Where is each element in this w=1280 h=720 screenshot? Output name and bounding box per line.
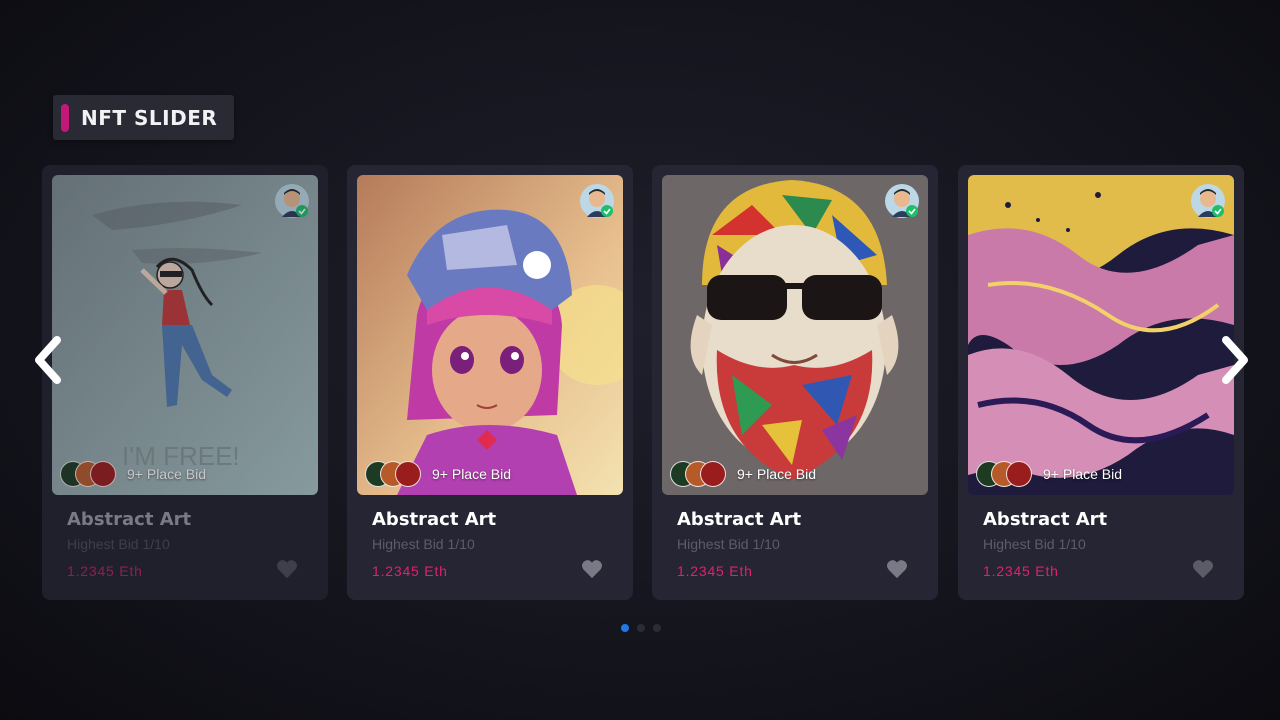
creator-avatar[interactable] [579, 183, 615, 219]
chevron-right-icon [1222, 336, 1248, 384]
place-bid-label[interactable]: 9+ Place Bid [127, 466, 206, 482]
highest-bid-label: Highest Bid 1/10 [372, 536, 475, 552]
bidder-avatars[interactable]: 9+ Place Bid [60, 461, 206, 487]
slider-pagination [621, 624, 661, 632]
pagination-dot[interactable] [637, 624, 645, 632]
nft-title: Abstract Art [677, 509, 802, 530]
heart-icon[interactable] [581, 559, 603, 579]
nft-price: 1.2345 Eth [677, 563, 753, 579]
nft-price: 1.2345 Eth [372, 563, 448, 579]
nft-artwork-4[interactable]: 9+ Place Bid [968, 175, 1234, 495]
slider-next-button[interactable] [1216, 332, 1256, 388]
creator-avatar[interactable] [1190, 183, 1226, 219]
bidder-avatar [90, 461, 116, 487]
nft-card-1[interactable]: I'M FREE! 9+ Place Bid Abstract Art High… [42, 165, 328, 600]
highest-bid-label: Highest Bid 1/10 [983, 536, 1086, 552]
highest-bid-label: Highest Bid 1/10 [677, 536, 780, 552]
section-title-badge: NFT SLIDER [53, 95, 234, 140]
nft-artwork-1[interactable]: I'M FREE! 9+ Place Bid [52, 175, 318, 495]
place-bid-label[interactable]: 9+ Place Bid [1043, 466, 1122, 482]
title-accent-bar [61, 103, 69, 132]
nft-artwork-2[interactable]: 9+ Place Bid [357, 175, 623, 495]
pagination-dot[interactable] [621, 624, 629, 632]
place-bid-label[interactable]: 9+ Place Bid [737, 466, 816, 482]
creator-avatar[interactable] [274, 183, 310, 219]
creator-avatar[interactable] [884, 183, 920, 219]
nft-title: Abstract Art [372, 509, 497, 530]
nft-title: Abstract Art [983, 509, 1108, 530]
section-title: NFT SLIDER [81, 105, 218, 130]
bidder-avatar [1006, 461, 1032, 487]
bidder-avatar [700, 461, 726, 487]
bidder-avatars[interactable]: 9+ Place Bid [670, 461, 816, 487]
chevron-left-icon [35, 336, 61, 384]
nft-card-2[interactable]: 9+ Place Bid Abstract Art Highest Bid 1/… [347, 165, 633, 600]
highest-bid-label: Highest Bid 1/10 [67, 536, 170, 552]
nft-artwork-3[interactable]: 9+ Place Bid [662, 175, 928, 495]
bidder-avatars[interactable]: 9+ Place Bid [976, 461, 1122, 487]
nft-card-3[interactable]: 9+ Place Bid Abstract Art Highest Bid 1/… [652, 165, 938, 600]
nft-price: 1.2345 Eth [67, 563, 143, 579]
heart-icon[interactable] [886, 559, 908, 579]
heart-icon[interactable] [1192, 559, 1214, 579]
place-bid-label[interactable]: 9+ Place Bid [432, 466, 511, 482]
nft-price: 1.2345 Eth [983, 563, 1059, 579]
nft-title: Abstract Art [67, 509, 192, 530]
slider-prev-button[interactable] [27, 332, 67, 388]
pagination-dot[interactable] [653, 624, 661, 632]
bidder-avatars[interactable]: 9+ Place Bid [365, 461, 511, 487]
bidder-avatar [395, 461, 421, 487]
heart-icon[interactable] [276, 559, 298, 579]
nft-card-4[interactable]: 9+ Place Bid Abstract Art Highest Bid 1/… [958, 165, 1244, 600]
